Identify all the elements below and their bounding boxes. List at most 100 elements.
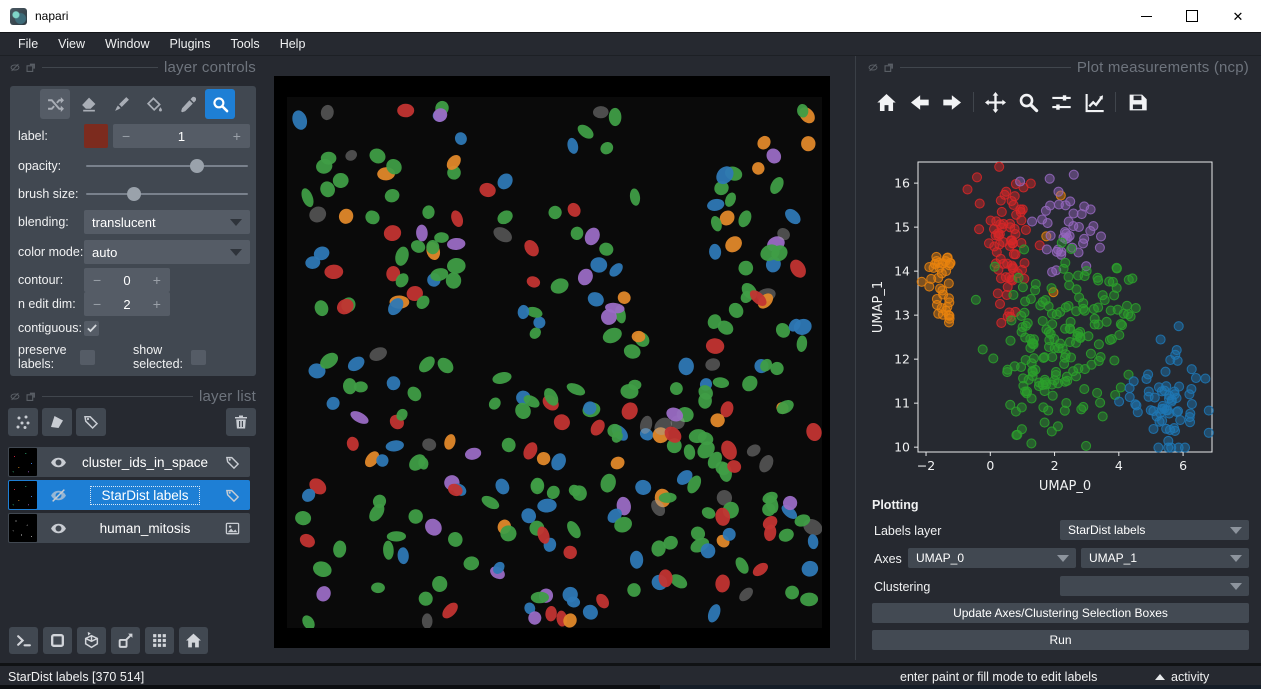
labels-layer-dropdown[interactable]: StarDist labels (1060, 520, 1249, 540)
layer-row-stardist-labels[interactable]: StarDist labels (8, 480, 250, 510)
new-labels-layer-button[interactable] (76, 408, 106, 436)
layer-row-cluster-ids-in-space[interactable]: cluster_ids_in_space (8, 447, 250, 477)
svg-text:13: 13 (894, 308, 910, 323)
menu-window[interactable]: Window (95, 34, 159, 54)
contour-spinbox[interactable]: − 0 + (84, 268, 170, 292)
run-button[interactable]: Run (872, 630, 1249, 650)
contour-value[interactable]: 0 (123, 273, 130, 288)
menu-plugins[interactable]: Plugins (160, 34, 221, 54)
menu-tools[interactable]: Tools (221, 34, 270, 54)
maximize-button[interactable] (1169, 0, 1215, 32)
viewer-canvas[interactable] (274, 76, 830, 648)
float-dock-icon[interactable] (26, 63, 36, 72)
preserve-labels-checkbox[interactable] (80, 349, 95, 365)
visibility-toggle[interactable] (48, 485, 68, 505)
label-color-swatch[interactable] (84, 124, 108, 148)
plot-customize-button[interactable] (1082, 90, 1106, 114)
toggle-ndisplay-button[interactable] (43, 627, 72, 654)
contiguous-label: contiguous: (18, 321, 82, 335)
n-edit-dim-value[interactable]: 2 (123, 297, 130, 312)
eye-icon (50, 520, 67, 537)
svg-text:11: 11 (894, 396, 910, 411)
layer-thumbnail (9, 448, 37, 476)
axis-y-dropdown[interactable]: UMAP_1 (1081, 548, 1249, 568)
hide-dock-icon[interactable] (10, 63, 20, 72)
blending-dropdown[interactable]: translucent (84, 210, 250, 234)
hide-dock-icon[interactable] (868, 63, 878, 72)
plot-subplots-button[interactable] (1049, 90, 1073, 114)
opacity-slider-handle[interactable] (189, 159, 204, 173)
arrow-right-icon (942, 92, 963, 113)
shuffle-colors-button[interactable] (40, 89, 70, 119)
label-spinbox[interactable]: − 1 + (113, 124, 250, 148)
n-edit-dim-spinbox[interactable]: − 2 + (84, 292, 170, 316)
label-value[interactable]: 1 (178, 129, 185, 144)
layer-controls-panel: label: − 1 + opacity: brush size: blendi (10, 86, 256, 376)
opacity-slider[interactable] (84, 156, 250, 176)
labels-layer-type-icon (222, 485, 242, 505)
grid-view-button[interactable] (145, 627, 174, 654)
fill-bucket-button[interactable] (139, 89, 169, 119)
minimize-button[interactable] (1123, 0, 1169, 32)
eraser-button[interactable] (73, 89, 103, 119)
color-mode-dropdown[interactable]: auto (84, 240, 250, 264)
close-button[interactable]: ✕ (1215, 0, 1261, 32)
n-edit-dim-decrement[interactable]: − (93, 297, 101, 311)
show-selected-checkbox[interactable] (191, 349, 206, 365)
update-axes-clustering-button[interactable]: Update Axes/Clustering Selection Boxes (872, 603, 1249, 623)
home-button[interactable] (179, 627, 208, 654)
square-icon (49, 632, 66, 649)
label-increment[interactable]: + (233, 129, 241, 143)
axis-x-dropdown[interactable]: UMAP_0 (908, 548, 1076, 568)
chevron-down-icon (1230, 527, 1242, 534)
plot-pan-button[interactable] (983, 90, 1007, 114)
float-dock-icon[interactable] (26, 392, 36, 401)
roll-dimensions-button[interactable] (77, 627, 106, 654)
sliders-icon (1051, 92, 1072, 113)
delete-layer-button[interactable] (226, 408, 256, 436)
menu-view[interactable]: View (48, 34, 95, 54)
plot-forward-button[interactable] (940, 90, 964, 114)
pan-zoom-button[interactable] (205, 89, 235, 119)
menu-file[interactable]: File (8, 34, 48, 54)
new-points-layer-button[interactable] (8, 408, 38, 436)
float-dock-icon[interactable] (884, 63, 894, 72)
image-layer-type-icon (222, 518, 242, 538)
plot-home-button[interactable] (874, 90, 898, 114)
umap-scatter-plot[interactable]: −2 0 2 4 6 10 11 12 13 14 15 16 UMAP_0 UMAP_1 (868, 140, 1253, 500)
contour-decrement[interactable]: − (93, 273, 101, 287)
console-button[interactable] (9, 627, 38, 654)
label-decrement[interactable]: − (122, 129, 130, 143)
layer-name[interactable]: StarDist labels (68, 485, 222, 505)
clustering-dropdown[interactable] (1060, 576, 1249, 596)
preserve-labels-label: preserve labels: (18, 343, 67, 371)
menu-help[interactable]: Help (270, 34, 316, 54)
contiguous-checkbox[interactable] (84, 320, 99, 336)
cube-icon (83, 632, 100, 649)
paintbrush-button[interactable] (106, 89, 136, 119)
layer-name[interactable]: cluster_ids_in_space (68, 455, 222, 470)
layer-row-human-mitosis[interactable]: human_mitosis (8, 513, 250, 543)
visibility-toggle[interactable] (48, 518, 68, 538)
plot-zoom-button[interactable] (1016, 90, 1040, 114)
brush-size-slider-handle[interactable] (126, 187, 141, 201)
plot-back-button[interactable] (907, 90, 931, 114)
activity-toggle[interactable]: activity (1155, 670, 1209, 684)
eye-off-icon (50, 487, 67, 504)
axes-label: Axes (874, 552, 902, 566)
opacity-slider-groove (86, 165, 248, 167)
color-mode-label: color mode: (18, 245, 84, 259)
transpose-dimensions-button[interactable] (111, 627, 140, 654)
contour-increment[interactable]: + (153, 273, 161, 287)
n-edit-dim-label: n edit dim: (18, 297, 76, 311)
title-bar: napari ✕ (0, 0, 1261, 33)
color-picker-button[interactable] (172, 89, 202, 119)
brush-size-slider[interactable] (84, 184, 250, 204)
hide-dock-icon[interactable] (10, 392, 20, 401)
visibility-toggle[interactable] (48, 452, 68, 472)
plot-save-button[interactable] (1125, 90, 1149, 114)
dock-splitter[interactable] (855, 56, 856, 660)
new-shapes-layer-button[interactable] (42, 408, 72, 436)
layer-name[interactable]: human_mitosis (68, 521, 222, 536)
n-edit-dim-increment[interactable]: + (153, 297, 161, 311)
